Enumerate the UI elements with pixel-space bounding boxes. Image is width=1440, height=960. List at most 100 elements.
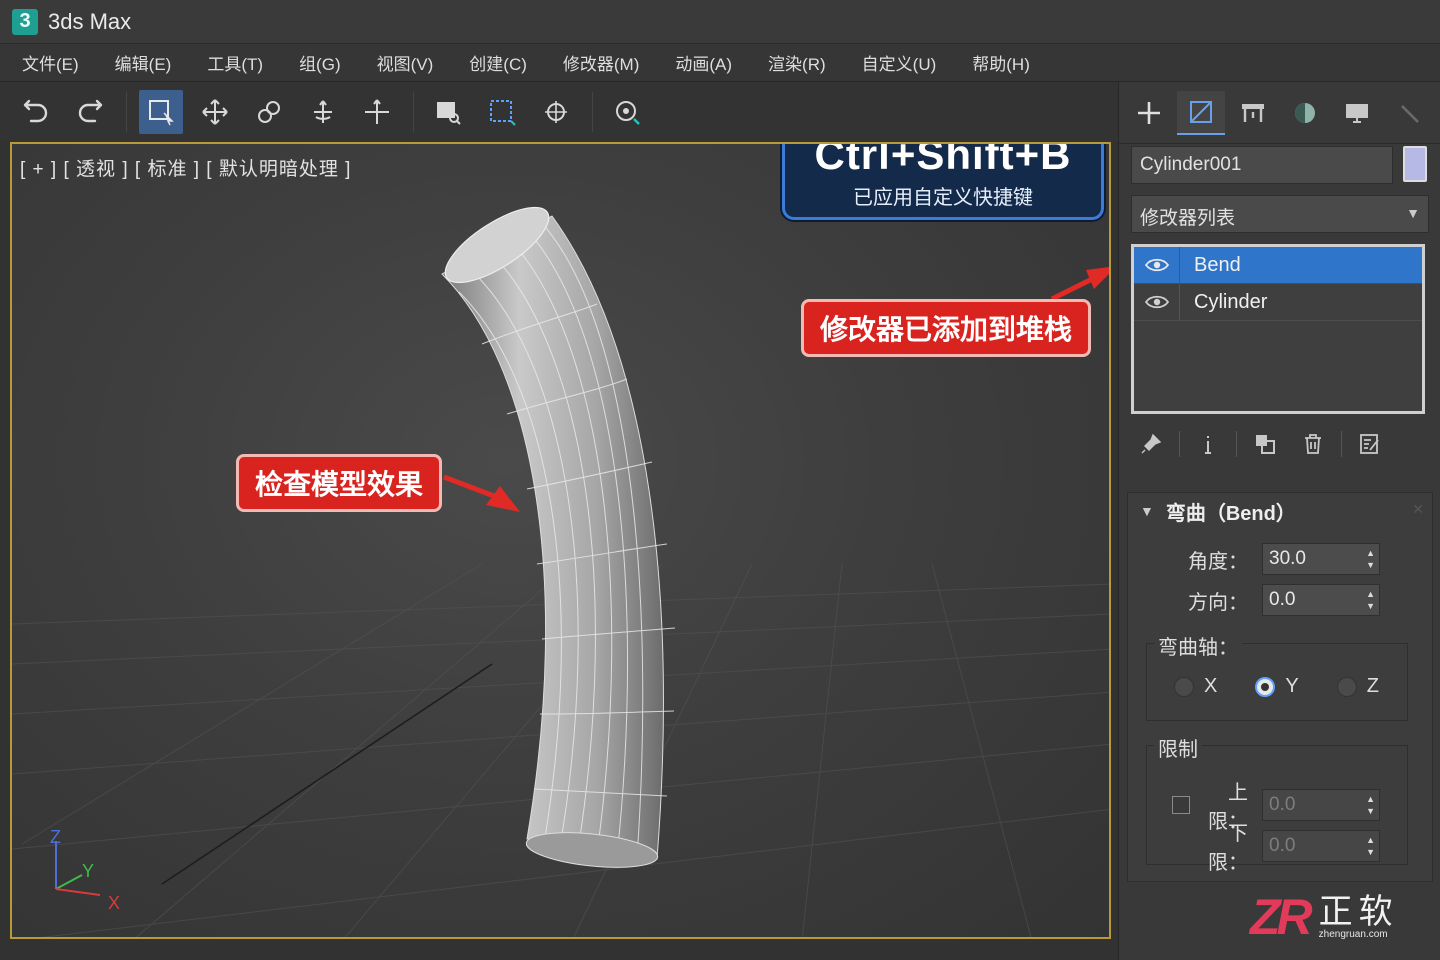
undo-icon [23,99,48,123]
hierarchy-icon [1242,103,1264,122]
configure-sets-button[interactable] [1350,426,1390,462]
plus-icon [1138,101,1160,124]
modifier-stack: Bend Cylinder [1131,244,1425,414]
callout-modifier-added: 修改器已添加到堆栈 [801,299,1092,357]
spinner-arrows-icon[interactable]: ▲ ▼ [1366,547,1375,571]
radio-axis-x[interactable]: X [1174,675,1217,698]
spinner-arrows-icon[interactable]: ▲ ▼ [1366,793,1375,817]
bend-parameters-rollout: ▼ 弯曲（Bend） ✕ 角度： 30.0 ▲ ▼ 方向： 0.0 ▲ ▼ 弯曲轴： [1127,492,1433,882]
limit-effect-checkbox[interactable] [1172,796,1190,814]
pivot-button[interactable] [534,90,578,134]
menu-views[interactable]: 视图(V) [377,50,434,75]
toolbar-separator [592,92,593,132]
object-color-swatch[interactable] [1403,146,1427,182]
stack-item-bend[interactable]: Bend [1134,246,1422,284]
arrow-to-model-head [486,486,520,512]
menu-rendering[interactable]: 渲染(R) [768,50,826,75]
radio-axis-y[interactable]: Y [1255,675,1299,698]
angle-value: 30.0 [1269,548,1306,569]
snap-toggle-button[interactable] [605,90,649,134]
stack-item-cylinder[interactable]: Cylinder [1134,283,1422,321]
redo-icon [78,99,103,123]
select-icon [149,100,174,126]
command-panel: Cylinder001 修改器列表 ▼ Bend Cylinder ▼ 弯曲（B… [1118,82,1440,960]
tab-modify[interactable] [1177,90,1225,135]
toolbar-separator [1236,431,1237,457]
direction-value: 0.0 [1269,589,1296,610]
pin-icon [1141,433,1162,454]
tab-create[interactable] [1125,91,1173,135]
menu-animation[interactable]: 动画(A) [675,50,732,75]
remove-modifier-button[interactable] [1293,426,1333,462]
copy-icon [1256,435,1275,454]
bend-axis-radios: X Y Z [1174,675,1417,698]
tab-motion[interactable] [1281,91,1329,135]
collapse-triangle-icon[interactable]: ▼ [1140,503,1154,519]
show-end-result-button[interactable] [1188,426,1228,462]
lower-limit-spinner[interactable]: 0.0 ▲ ▼ [1262,830,1380,862]
limits-label: 限制 [1154,733,1202,762]
scale-button[interactable] [355,90,399,134]
menu-bar: 文件(E) 编辑(E) 工具(T) 组(G) 视图(V) 创建(C) 修改器(M… [0,44,1440,82]
link-icon [258,101,280,123]
select-link-button[interactable] [247,90,291,134]
watermark-name: 正软 [1318,892,1399,931]
app-title: 3ds Max [48,8,132,34]
bend-axis-label: 弯曲轴： [1154,631,1242,660]
watermark-url: zhengruan.com [1318,928,1388,940]
select-by-name-button[interactable] [426,90,470,134]
direction-row: 方向： 0.0 ▲ ▼ [1178,584,1380,616]
pivot-icon [545,101,567,123]
info-icon [1205,436,1211,454]
menu-customize[interactable]: 自定义(U) [862,50,937,75]
app-logo-icon: 3 [12,8,38,35]
toolbar-separator [1179,431,1180,457]
lower-limit-row: 下限： 0.0 ▲ ▼ [1200,817,1380,875]
lower-limit-value: 0.0 [1269,835,1296,856]
pin-stack-button[interactable] [1131,426,1171,462]
spinner-arrows-icon[interactable]: ▲ ▼ [1366,588,1375,612]
angle-spinner[interactable]: 30.0 ▲ ▼ [1262,543,1380,575]
menu-create[interactable]: 创建(C) [469,50,527,75]
menu-group[interactable]: 组(G) [299,50,341,75]
rollout-title: 弯曲（Bend） [1165,502,1296,525]
arrow-to-stack-head [1086,267,1109,289]
select-object-button[interactable] [139,90,183,134]
object-name-field[interactable]: Cylinder001 [1131,146,1393,184]
viewport-label[interactable]: [ + ] [ 透视 ] [ 标准 ] [ 默认明暗处理 ] [20,154,351,181]
toolbar-separator [1341,431,1342,457]
tab-display[interactable] [1333,91,1381,135]
toolbar-separator [126,92,127,132]
eye-icon[interactable] [1134,283,1180,321]
utilities-icon [1401,104,1419,123]
shortcut-key-text: Ctrl+Shift+B [814,142,1072,178]
region-select-button[interactable] [480,90,524,134]
direction-spinner[interactable]: 0.0 ▲ ▼ [1262,584,1380,616]
shortcut-note-text: 已应用自定义快捷键 [853,187,1033,209]
perspective-viewport[interactable]: [ + ] [ 透视 ] [ 标准 ] [ 默认明暗处理 ] Ctrl+Shif… [10,142,1111,939]
spinner-arrows-icon[interactable]: ▲ ▼ [1366,834,1375,858]
rotate-button[interactable] [301,90,345,134]
display-icon [1346,103,1368,123]
menu-tools[interactable]: 工具(T) [207,50,263,75]
close-icon[interactable]: ✕ [1412,501,1424,518]
upper-limit-value: 0.0 [1269,794,1296,815]
tab-utilities[interactable] [1385,91,1433,135]
stack-toolbar [1131,424,1431,464]
menu-help[interactable]: 帮助(H) [972,50,1030,75]
select-by-name-icon [437,102,461,125]
title-bar: 3 3ds Max [0,0,1440,44]
menu-file[interactable]: 文件(E) [22,50,79,75]
make-unique-button[interactable] [1245,426,1285,462]
menu-edit[interactable]: 编辑(E) [115,50,172,75]
redo-button[interactable] [68,90,112,134]
select-move-button[interactable] [193,90,237,134]
eye-icon[interactable] [1134,246,1180,284]
radio-axis-z[interactable]: Z [1336,675,1379,698]
axis-z-label: Z [50,829,61,847]
modifier-list-dropdown[interactable]: 修改器列表 ▼ [1131,195,1429,233]
tab-hierarchy[interactable] [1229,91,1277,135]
menu-modifiers[interactable]: 修改器(M) [563,50,639,75]
undo-button[interactable] [14,90,58,134]
rollout-header[interactable]: ▼ 弯曲（Bend） ✕ [1128,493,1432,529]
